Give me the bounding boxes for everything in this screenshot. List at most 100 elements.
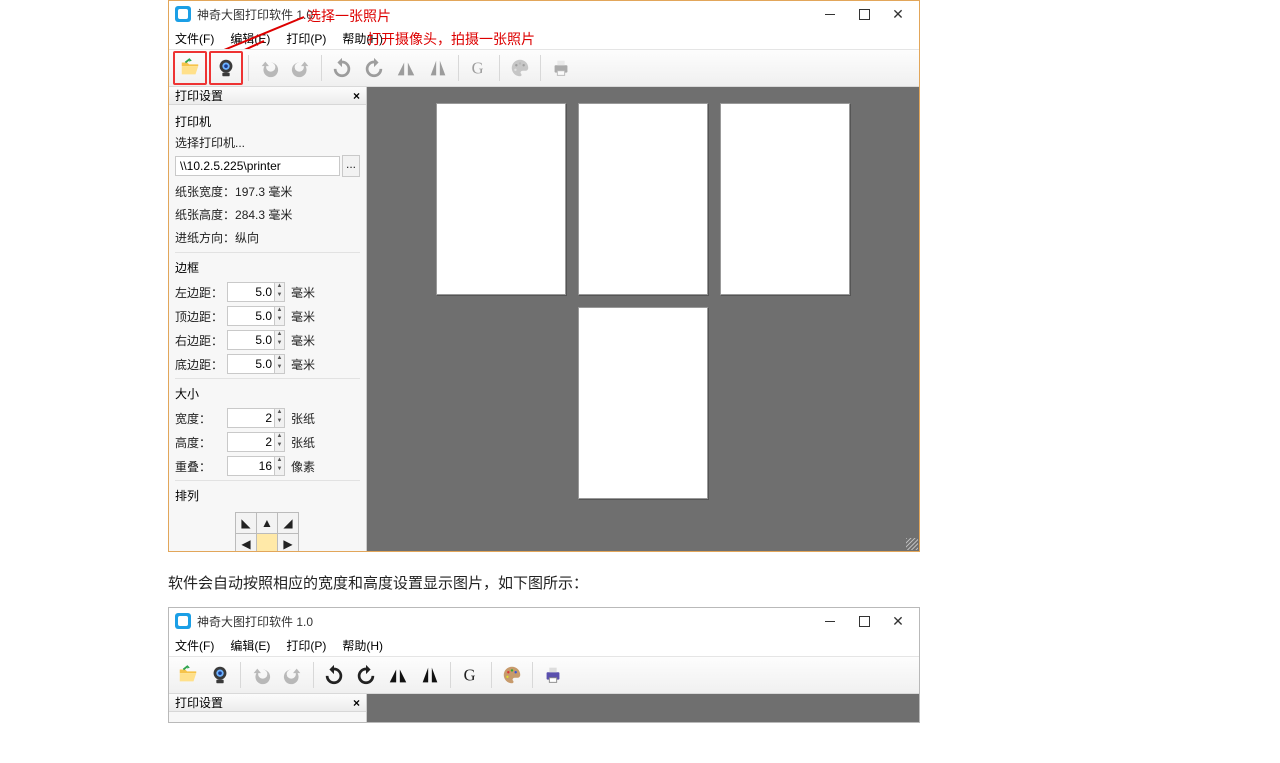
maximize-button[interactable]: [847, 4, 881, 24]
menu-print[interactable]: 打印(P): [286, 637, 326, 654]
menu-file[interactable]: 文件(F): [175, 30, 214, 47]
minimize-button[interactable]: [813, 4, 847, 24]
paper-width-label: 纸张宽度：: [175, 185, 235, 199]
palette-button[interactable]: [497, 660, 527, 690]
margin-bottom-label: 底边距：: [175, 356, 227, 373]
redo-button[interactable]: [286, 53, 316, 83]
menu-print[interactable]: 打印(P): [286, 30, 326, 47]
panel-close-button[interactable]: ×: [353, 696, 360, 710]
page-tile: [436, 103, 566, 295]
print-settings-panel: 打印设置 × 打印机 选择打印机... ... 纸张宽度：197.3 毫米 纸张…: [169, 87, 367, 551]
folder-open-icon: [179, 57, 201, 79]
palette-icon: [509, 57, 531, 79]
redo-icon: [290, 57, 312, 79]
webcam-icon: [209, 664, 231, 686]
close-button[interactable]: ✕: [881, 611, 915, 631]
printer-icon: [542, 664, 564, 686]
align-tl[interactable]: ◣: [235, 512, 257, 534]
svg-text:G: G: [472, 59, 484, 78]
unit-mm: 毫米: [291, 284, 315, 301]
svg-text:G: G: [464, 666, 476, 685]
flip-h-button[interactable]: [383, 660, 413, 690]
undo-icon: [258, 57, 280, 79]
print-button[interactable]: [546, 53, 576, 83]
printer-section-label: 打印机: [175, 109, 360, 132]
feed-dir-value: 纵向: [235, 231, 259, 245]
open-file-button[interactable]: [173, 51, 207, 85]
grayscale-button[interactable]: G: [456, 660, 486, 690]
menu-edit[interactable]: 编辑(E): [230, 637, 270, 654]
page-tile: [720, 103, 850, 295]
page-tile: [578, 307, 708, 499]
flip-v-button[interactable]: [423, 53, 453, 83]
palette-button[interactable]: [505, 53, 535, 83]
titlebar: 神奇大图打印软件 1.0 ✕: [169, 1, 919, 27]
align-r[interactable]: ▶: [277, 533, 299, 551]
app-window-1: 神奇大图打印软件 1.0 ✕ 文件(F) 编辑(E) 打印(P) 帮助(H) 选…: [168, 0, 920, 552]
feed-dir-label: 进纸方向：: [175, 231, 235, 245]
rotate-right-button[interactable]: [359, 53, 389, 83]
menu-file[interactable]: 文件(F): [175, 637, 214, 654]
paper-height-label: 纸张高度：: [175, 208, 235, 222]
rotate-right-icon: [355, 664, 377, 686]
resize-grip[interactable]: [906, 538, 918, 550]
titlebar: 神奇大图打印软件 1.0 ✕: [169, 608, 919, 634]
flip-v-button[interactable]: [415, 660, 445, 690]
close-button[interactable]: ✕: [881, 4, 915, 24]
rotate-left-icon: [323, 664, 345, 686]
page-tile: [578, 103, 708, 295]
print-button[interactable]: [538, 660, 568, 690]
rotate-left-button[interactable]: [319, 660, 349, 690]
panel-close-button[interactable]: ×: [353, 89, 360, 103]
flip-h-icon: [395, 57, 417, 79]
camera-button[interactable]: [205, 660, 235, 690]
window-title: 神奇大图打印软件 1.0: [197, 6, 313, 23]
align-c[interactable]: [256, 533, 278, 551]
panel-title: 打印设置: [175, 87, 223, 104]
minimize-button[interactable]: [813, 611, 847, 631]
redo-button[interactable]: [278, 660, 308, 690]
menu-bar: 文件(F) 编辑(E) 打印(P) 帮助(H): [169, 27, 919, 49]
align-t[interactable]: ▲: [256, 512, 278, 534]
align-tr[interactable]: ◢: [277, 512, 299, 534]
panel-header: 打印设置 ×: [169, 694, 366, 712]
panel-title: 打印设置: [175, 694, 223, 711]
rotate-left-icon: [331, 57, 353, 79]
size-section-label: 大小: [175, 381, 360, 404]
flip-h-icon: [387, 664, 409, 686]
preview-canvas: [367, 87, 919, 551]
undo-button[interactable]: [254, 53, 284, 83]
arrange-grid: ◣ ▲ ◢ ◀ ▶ ◤ ▼ ◥: [235, 512, 360, 551]
menu-edit[interactable]: 编辑(E): [230, 30, 270, 47]
margin-left-label: 左边距：: [175, 284, 227, 301]
rotate-right-button[interactable]: [351, 660, 381, 690]
arrange-section-label: 排列: [175, 483, 360, 506]
menu-help[interactable]: 帮助(H): [342, 30, 383, 47]
unit-sheets: 张纸: [291, 410, 315, 427]
menu-help[interactable]: 帮助(H): [342, 637, 383, 654]
printer-section-label: 打印机: [175, 716, 360, 722]
letter-g-icon: G: [460, 664, 482, 686]
paper-width-value: 197.3 毫米: [235, 185, 292, 199]
undo-icon: [250, 664, 272, 686]
flip-h-button[interactable]: [391, 53, 421, 83]
printer-path-input[interactable]: [175, 156, 340, 176]
overlap-label: 重叠：: [175, 458, 227, 475]
camera-button[interactable]: [209, 51, 243, 85]
align-l[interactable]: ◀: [235, 533, 257, 551]
undo-button[interactable]: [246, 660, 276, 690]
palette-icon: [501, 664, 523, 686]
caption-text: 软件会自动按照相应的宽度和高度设置显示图片，如下图所示：: [168, 572, 1280, 593]
preview-canvas: [367, 694, 919, 722]
open-file-button[interactable]: [173, 660, 203, 690]
app-icon: [175, 613, 191, 629]
rotate-left-button[interactable]: [327, 53, 357, 83]
toolbar: G: [169, 656, 919, 694]
flip-v-icon: [427, 57, 449, 79]
paper-height-value: 284.3 毫米: [235, 208, 292, 222]
browse-printer-button[interactable]: ...: [342, 155, 360, 177]
letter-g-icon: G: [468, 57, 490, 79]
toolbar: G: [169, 49, 919, 87]
grayscale-button[interactable]: G: [464, 53, 494, 83]
maximize-button[interactable]: [847, 611, 881, 631]
